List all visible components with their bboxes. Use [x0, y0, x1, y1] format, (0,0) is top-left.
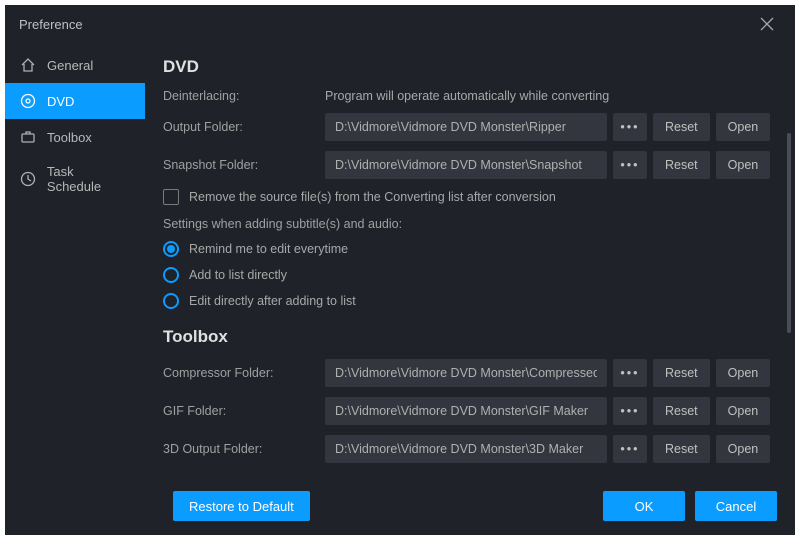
output-folder-label: Output Folder:: [163, 120, 325, 134]
clock-icon: [19, 170, 37, 188]
radio-remind-me[interactable]: Remind me to edit everytime: [163, 241, 777, 257]
gif-folder-reset-button[interactable]: Reset: [653, 397, 710, 425]
snapshot-folder-input[interactable]: [325, 151, 607, 179]
radio-label: Add to list directly: [189, 268, 287, 282]
titlebar: Preference: [5, 5, 795, 43]
radio-label: Edit directly after adding to list: [189, 294, 356, 308]
snapshot-folder-open-button[interactable]: Open: [716, 151, 771, 179]
output-folder-browse-button[interactable]: •••: [613, 113, 647, 141]
sidebar-item-label: Toolbox: [47, 130, 92, 145]
section-title-dvd: DVD: [163, 57, 777, 77]
checkbox-icon: [163, 189, 179, 205]
gif-folder-input[interactable]: [325, 397, 607, 425]
compressor-folder-input[interactable]: [325, 359, 607, 387]
radio-icon: [163, 267, 179, 283]
gif-folder-open-button[interactable]: Open: [716, 397, 771, 425]
remove-source-label: Remove the source file(s) from the Conve…: [189, 190, 556, 204]
row-output-folder: Output Folder: ••• Reset Open: [163, 113, 777, 141]
sidebar-item-label: General: [47, 58, 93, 73]
row-gif-folder: GIF Folder: ••• Reset Open: [163, 397, 777, 425]
section-title-toolbox: Toolbox: [163, 327, 777, 347]
sidebar-item-toolbox[interactable]: Toolbox: [5, 119, 145, 155]
close-button[interactable]: [753, 10, 781, 38]
snapshot-folder-label: Snapshot Folder:: [163, 158, 325, 172]
toolbox-icon: [19, 128, 37, 146]
scrollbar[interactable]: [787, 133, 791, 333]
row-3d-output-folder: 3D Output Folder: ••• Reset Open: [163, 435, 777, 463]
compressor-folder-browse-button[interactable]: •••: [613, 359, 647, 387]
sidebar-item-dvd[interactable]: DVD: [5, 83, 145, 119]
threed-folder-reset-button[interactable]: Reset: [653, 435, 710, 463]
footer: Restore to Default OK Cancel: [163, 491, 777, 521]
home-icon: [19, 56, 37, 74]
remove-source-checkbox-row[interactable]: Remove the source file(s) from the Conve…: [163, 189, 777, 205]
window-title: Preference: [19, 17, 83, 32]
main-panel: DVD Deinterlacing: Program will operate …: [145, 43, 795, 535]
cancel-button[interactable]: Cancel: [695, 491, 777, 521]
row-deinterlacing: Deinterlacing: Program will operate auto…: [163, 89, 777, 103]
preference-window: Preference General DVD To: [5, 5, 795, 535]
snapshot-folder-reset-button[interactable]: Reset: [653, 151, 710, 179]
radio-edit-directly[interactable]: Edit directly after adding to list: [163, 293, 777, 309]
ok-button[interactable]: OK: [603, 491, 685, 521]
disc-icon: [19, 92, 37, 110]
threed-folder-input[interactable]: [325, 435, 607, 463]
deinterlacing-label: Deinterlacing:: [163, 89, 325, 103]
output-folder-open-button[interactable]: Open: [716, 113, 771, 141]
compressor-folder-label: Compressor Folder:: [163, 366, 325, 380]
output-folder-input[interactable]: [325, 113, 607, 141]
deinterlacing-value: Program will operate automatically while…: [325, 89, 777, 103]
row-compressor-folder: Compressor Folder: ••• Reset Open: [163, 359, 777, 387]
sidebar-item-general[interactable]: General: [5, 47, 145, 83]
compressor-folder-reset-button[interactable]: Reset: [653, 359, 710, 387]
gif-folder-label: GIF Folder:: [163, 404, 325, 418]
compressor-folder-open-button[interactable]: Open: [716, 359, 771, 387]
row-snapshot-folder: Snapshot Folder: ••• Reset Open: [163, 151, 777, 179]
threed-folder-browse-button[interactable]: •••: [613, 435, 647, 463]
sidebar-item-label: DVD: [47, 94, 74, 109]
radio-add-to-list[interactable]: Add to list directly: [163, 267, 777, 283]
threed-folder-open-button[interactable]: Open: [716, 435, 771, 463]
sidebar: General DVD Toolbox Task Schedule: [5, 43, 145, 535]
gif-folder-browse-button[interactable]: •••: [613, 397, 647, 425]
restore-default-button[interactable]: Restore to Default: [173, 491, 310, 521]
radio-icon: [163, 241, 179, 257]
snapshot-folder-browse-button[interactable]: •••: [613, 151, 647, 179]
sidebar-item-label: Task Schedule: [47, 164, 131, 194]
radio-icon: [163, 293, 179, 309]
threed-folder-label: 3D Output Folder:: [163, 442, 325, 456]
output-folder-reset-button[interactable]: Reset: [653, 113, 710, 141]
radio-label: Remind me to edit everytime: [189, 242, 348, 256]
subtitle-settings-note: Settings when adding subtitle(s) and aud…: [163, 217, 777, 231]
sidebar-item-task-schedule[interactable]: Task Schedule: [5, 155, 145, 203]
close-icon: [760, 17, 774, 31]
